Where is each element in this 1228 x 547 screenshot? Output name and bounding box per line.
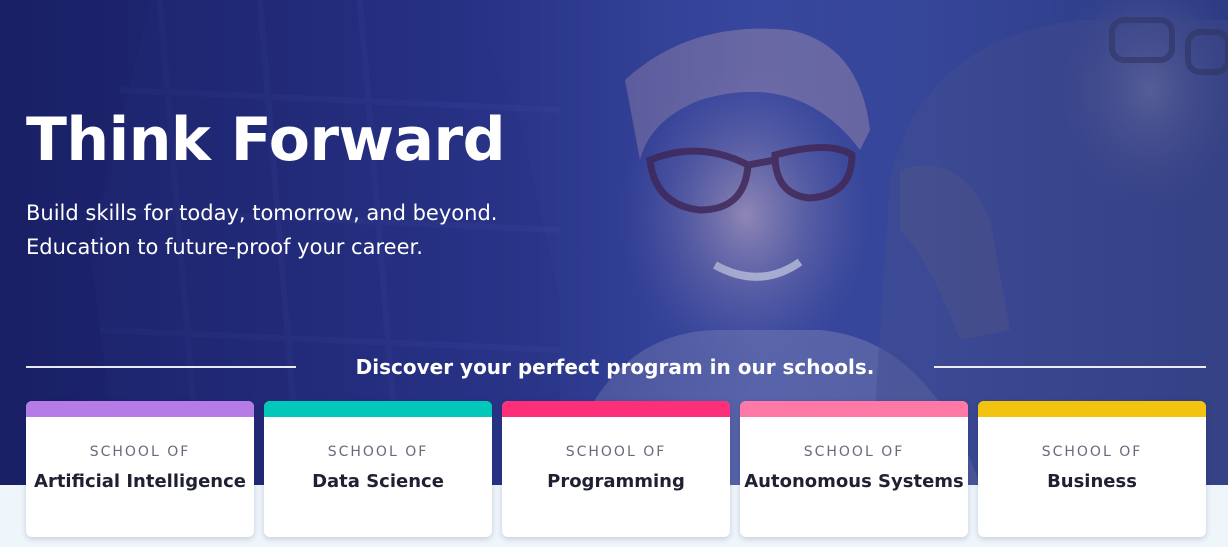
hero-subtitle-line-2: Education to future-proof your career. xyxy=(26,235,423,259)
school-card-name: Autonomous Systems xyxy=(744,471,964,492)
hero-title: Think Forward xyxy=(26,105,506,175)
school-card-programming[interactable]: SCHOOL OF Programming xyxy=(502,401,730,537)
school-card-kicker: SCHOOL OF xyxy=(565,444,667,460)
hero-subtitle: Build skills for today, tomorrow, and be… xyxy=(26,196,497,264)
school-card-kicker: SCHOOL OF xyxy=(1041,444,1143,460)
school-card-name: Programming xyxy=(547,471,685,492)
school-card-autonomous-systems[interactable]: SCHOOL OF Autonomous Systems xyxy=(740,401,968,537)
discover-heading: Discover your perfect program in our sch… xyxy=(355,355,875,379)
school-card-name: Data Science xyxy=(312,471,444,492)
school-card-accent-bar xyxy=(740,401,968,417)
school-card-name: Artificial Intelligence xyxy=(34,471,246,492)
school-card-data-science[interactable]: SCHOOL OF Data Science xyxy=(264,401,492,537)
hero-subtitle-line-1: Build skills for today, tomorrow, and be… xyxy=(26,201,498,225)
discover-divider-left xyxy=(26,366,296,368)
school-card-accent-bar xyxy=(978,401,1206,417)
school-card-artificial-intelligence[interactable]: SCHOOL OF Artificial Intelligence xyxy=(26,401,254,537)
school-card-accent-bar xyxy=(264,401,492,417)
school-card-name: Business xyxy=(1047,471,1137,492)
school-card-kicker: SCHOOL OF xyxy=(803,444,905,460)
school-card-accent-bar xyxy=(26,401,254,417)
school-card-kicker: SCHOOL OF xyxy=(89,444,191,460)
discover-divider-right xyxy=(934,366,1206,368)
school-card-kicker: SCHOOL OF xyxy=(327,444,429,460)
school-card-accent-bar xyxy=(502,401,730,417)
school-card-business[interactable]: SCHOOL OF Business xyxy=(978,401,1206,537)
